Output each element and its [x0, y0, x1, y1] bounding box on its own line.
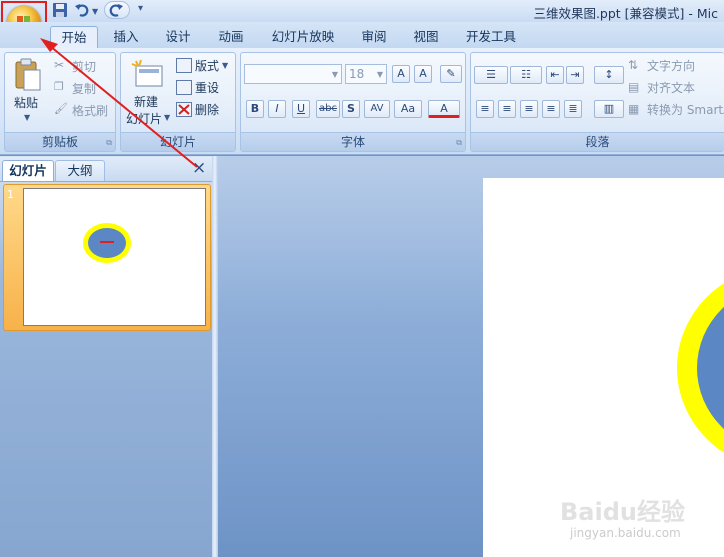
annotation-arrow: [40, 38, 198, 168]
